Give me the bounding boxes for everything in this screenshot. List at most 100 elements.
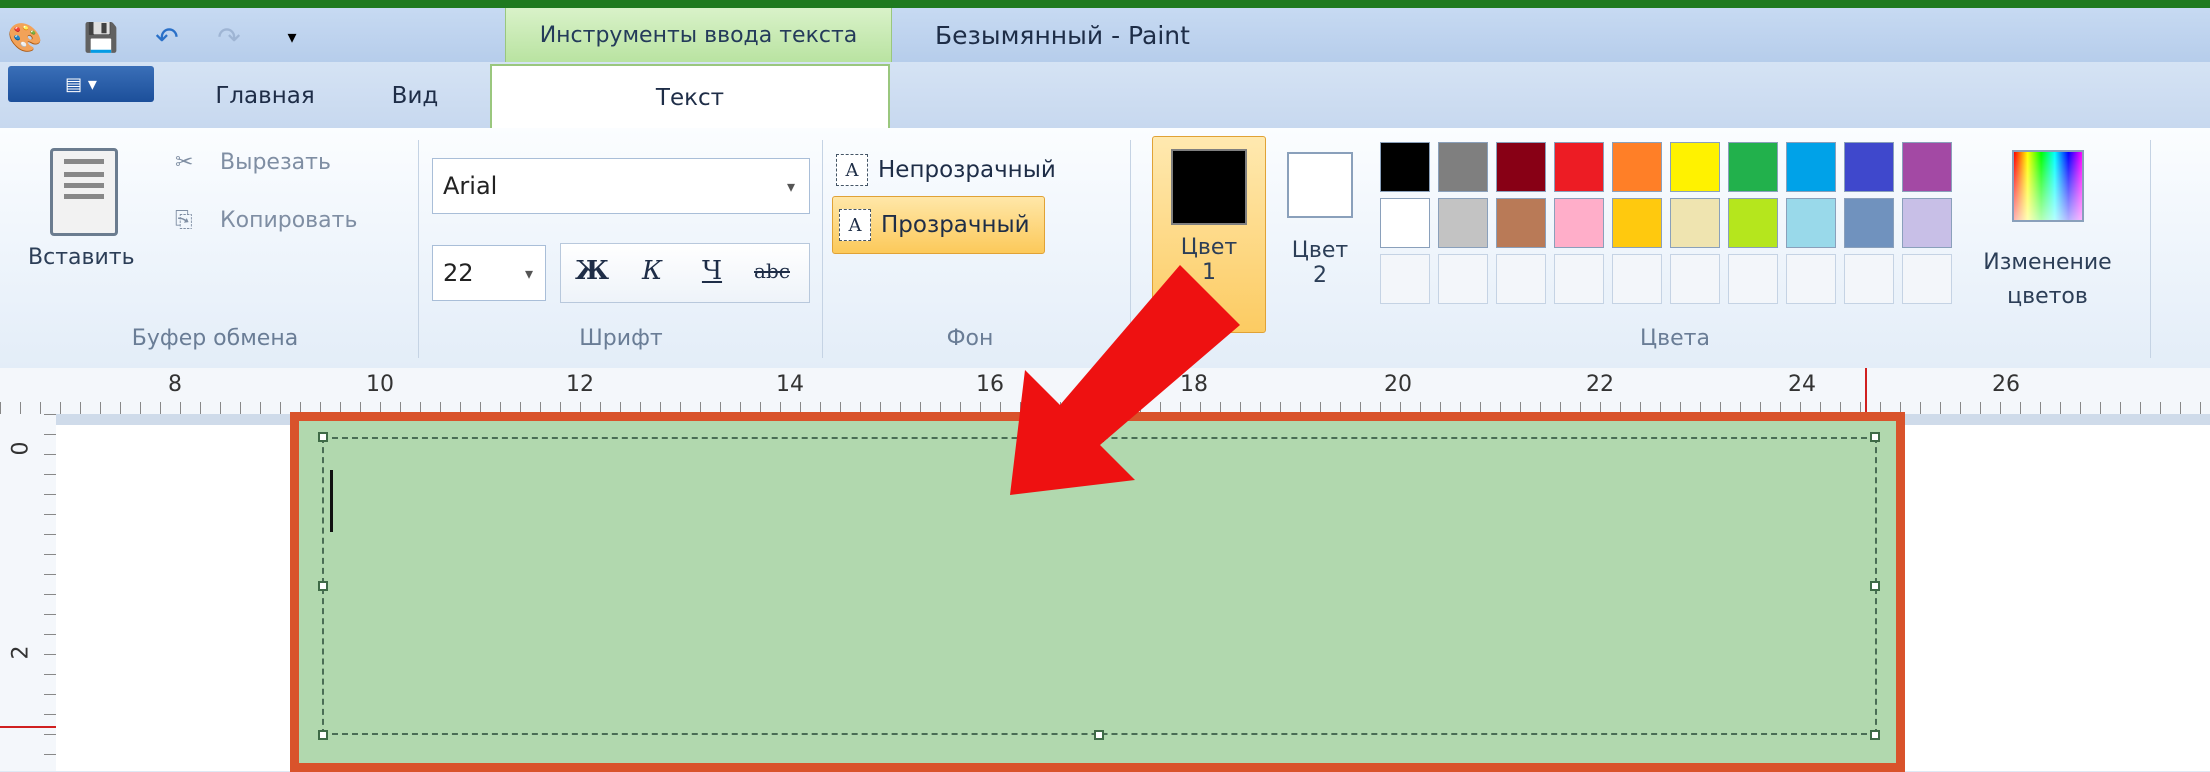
redo-icon[interactable]: ↷	[212, 21, 246, 54]
palette-swatch[interactable]	[1786, 142, 1836, 192]
separator	[822, 140, 823, 358]
empty-custom-swatch[interactable]	[1902, 254, 1952, 304]
resize-handle[interactable]	[318, 581, 328, 591]
resize-handle[interactable]	[318, 730, 328, 740]
cut-button[interactable]: Вырезать	[220, 150, 331, 175]
copy-icon: ⎘	[175, 208, 193, 233]
palette-swatch[interactable]	[1554, 198, 1604, 248]
ruler-tick: 24	[1788, 372, 1816, 397]
window-title: Безымянный - Paint	[935, 20, 1190, 50]
color-palette	[1380, 142, 1970, 312]
color2-number: 2	[1313, 263, 1327, 288]
ruler-tick: 20	[1384, 372, 1412, 397]
vertical-ruler: 0 2	[0, 414, 57, 771]
ruler-minor-ticks	[44, 414, 56, 771]
empty-custom-swatch[interactable]	[1670, 254, 1720, 304]
group-label-clipboard: Буфер обмена	[131, 326, 299, 351]
strikethrough-button[interactable]: abc	[746, 245, 798, 297]
palette-swatch[interactable]	[1670, 142, 1720, 192]
palette-swatch[interactable]	[1786, 198, 1836, 248]
paste-icon[interactable]	[50, 148, 118, 236]
text-box-icon: A	[839, 209, 871, 241]
font-size-value: 22	[443, 259, 474, 287]
ruler-tick: 8	[168, 372, 182, 397]
color2-button[interactable]: Цвет 2	[1284, 152, 1356, 332]
menu-icon: ▤ ▾	[65, 73, 97, 95]
palette-swatch[interactable]	[1728, 198, 1778, 248]
separator	[418, 140, 419, 358]
palette-swatch[interactable]	[1380, 198, 1430, 248]
italic-button[interactable]: К	[626, 245, 678, 297]
save-icon[interactable]: 💾	[84, 21, 119, 54]
color2-swatch	[1287, 152, 1353, 218]
palette-swatch[interactable]	[1612, 198, 1662, 248]
bold-button[interactable]: Ж	[566, 245, 618, 297]
opaque-option[interactable]: A Непрозрачный	[836, 142, 1056, 198]
resize-handle[interactable]	[1870, 432, 1880, 442]
empty-custom-swatch[interactable]	[1612, 254, 1662, 304]
ruler-tick: 12	[566, 372, 594, 397]
palette-swatch[interactable]	[1670, 198, 1720, 248]
palette-swatch[interactable]	[1496, 142, 1546, 192]
palette-swatch[interactable]	[1844, 142, 1894, 192]
palette-swatch[interactable]	[1728, 142, 1778, 192]
edit-colors-label-line1: Изменение	[1983, 250, 2112, 275]
palette-swatch[interactable]	[1554, 142, 1604, 192]
undo-icon[interactable]: ↶	[150, 21, 184, 54]
palette-swatch[interactable]	[1844, 198, 1894, 248]
empty-custom-swatch[interactable]	[1786, 254, 1836, 304]
palette-swatch[interactable]	[1902, 198, 1952, 248]
resize-handle[interactable]	[1870, 581, 1880, 591]
cut-icon: ✂	[175, 150, 194, 175]
color2-label: Цвет	[1291, 238, 1349, 263]
chevron-down-icon: ▾	[524, 263, 533, 283]
cursor-position-marker	[0, 726, 56, 728]
transparent-option[interactable]: A Прозрачный	[832, 196, 1045, 254]
customize-qat-icon[interactable]: ▾	[275, 22, 309, 52]
palette-swatch[interactable]	[1496, 198, 1546, 248]
resize-handle[interactable]	[1094, 730, 1104, 740]
underline-button[interactable]: Ч	[686, 245, 738, 297]
separator	[2150, 140, 2151, 358]
quick-access-toolbar: 🎨 💾 ↶ ↷ ▾	[0, 8, 340, 62]
color1-swatch	[1171, 149, 1247, 225]
palette-swatch[interactable]	[1438, 198, 1488, 248]
paint-app-icon[interactable]: 🎨	[8, 21, 43, 54]
ruler-tick: 22	[1586, 372, 1614, 397]
text-box-icon: A	[836, 154, 868, 186]
paint-menu-button[interactable]: ▤ ▾	[8, 66, 154, 102]
tab-text[interactable]: Текст	[490, 64, 890, 130]
ruler-tick: 26	[1992, 372, 2020, 397]
annotation-arrow-icon	[1010, 265, 1240, 495]
ruler-tick: 10	[366, 372, 394, 397]
palette-swatch[interactable]	[1902, 142, 1952, 192]
empty-custom-swatch[interactable]	[1728, 254, 1778, 304]
ruler-tick: 0	[8, 441, 34, 456]
tab-view[interactable]: Вид	[360, 66, 470, 126]
palette-swatch[interactable]	[1612, 142, 1662, 192]
empty-custom-swatch[interactable]	[1380, 254, 1430, 304]
opaque-label: Непрозрачный	[878, 157, 1056, 183]
resize-handle[interactable]	[1870, 730, 1880, 740]
paste-button[interactable]: Вставить	[28, 245, 135, 270]
edit-colors-icon[interactable]	[2012, 150, 2084, 222]
palette-swatch[interactable]	[1380, 142, 1430, 192]
transparent-label: Прозрачный	[881, 212, 1030, 238]
tab-home[interactable]: Главная	[180, 66, 350, 126]
font-family-select[interactable]: Arial ▾	[432, 158, 810, 214]
copy-button[interactable]: Копировать	[220, 208, 357, 233]
font-size-select[interactable]: 22 ▾	[432, 245, 546, 301]
resize-handle[interactable]	[318, 432, 328, 442]
cursor-position-marker	[1865, 368, 1867, 414]
group-label-font: Шрифт	[579, 326, 663, 351]
empty-custom-swatch[interactable]	[1496, 254, 1546, 304]
edit-colors-label-line2: цветов	[2007, 284, 2088, 309]
chevron-down-icon: ▾	[786, 176, 795, 196]
empty-custom-swatch[interactable]	[1844, 254, 1894, 304]
palette-swatch[interactable]	[1438, 142, 1488, 192]
edit-colors-button[interactable]: Изменение цветов	[1970, 246, 2125, 314]
empty-custom-swatch[interactable]	[1554, 254, 1604, 304]
ruler-tick: 2	[8, 645, 34, 660]
empty-custom-swatch[interactable]	[1438, 254, 1488, 304]
ruler-tick: 14	[776, 372, 804, 397]
